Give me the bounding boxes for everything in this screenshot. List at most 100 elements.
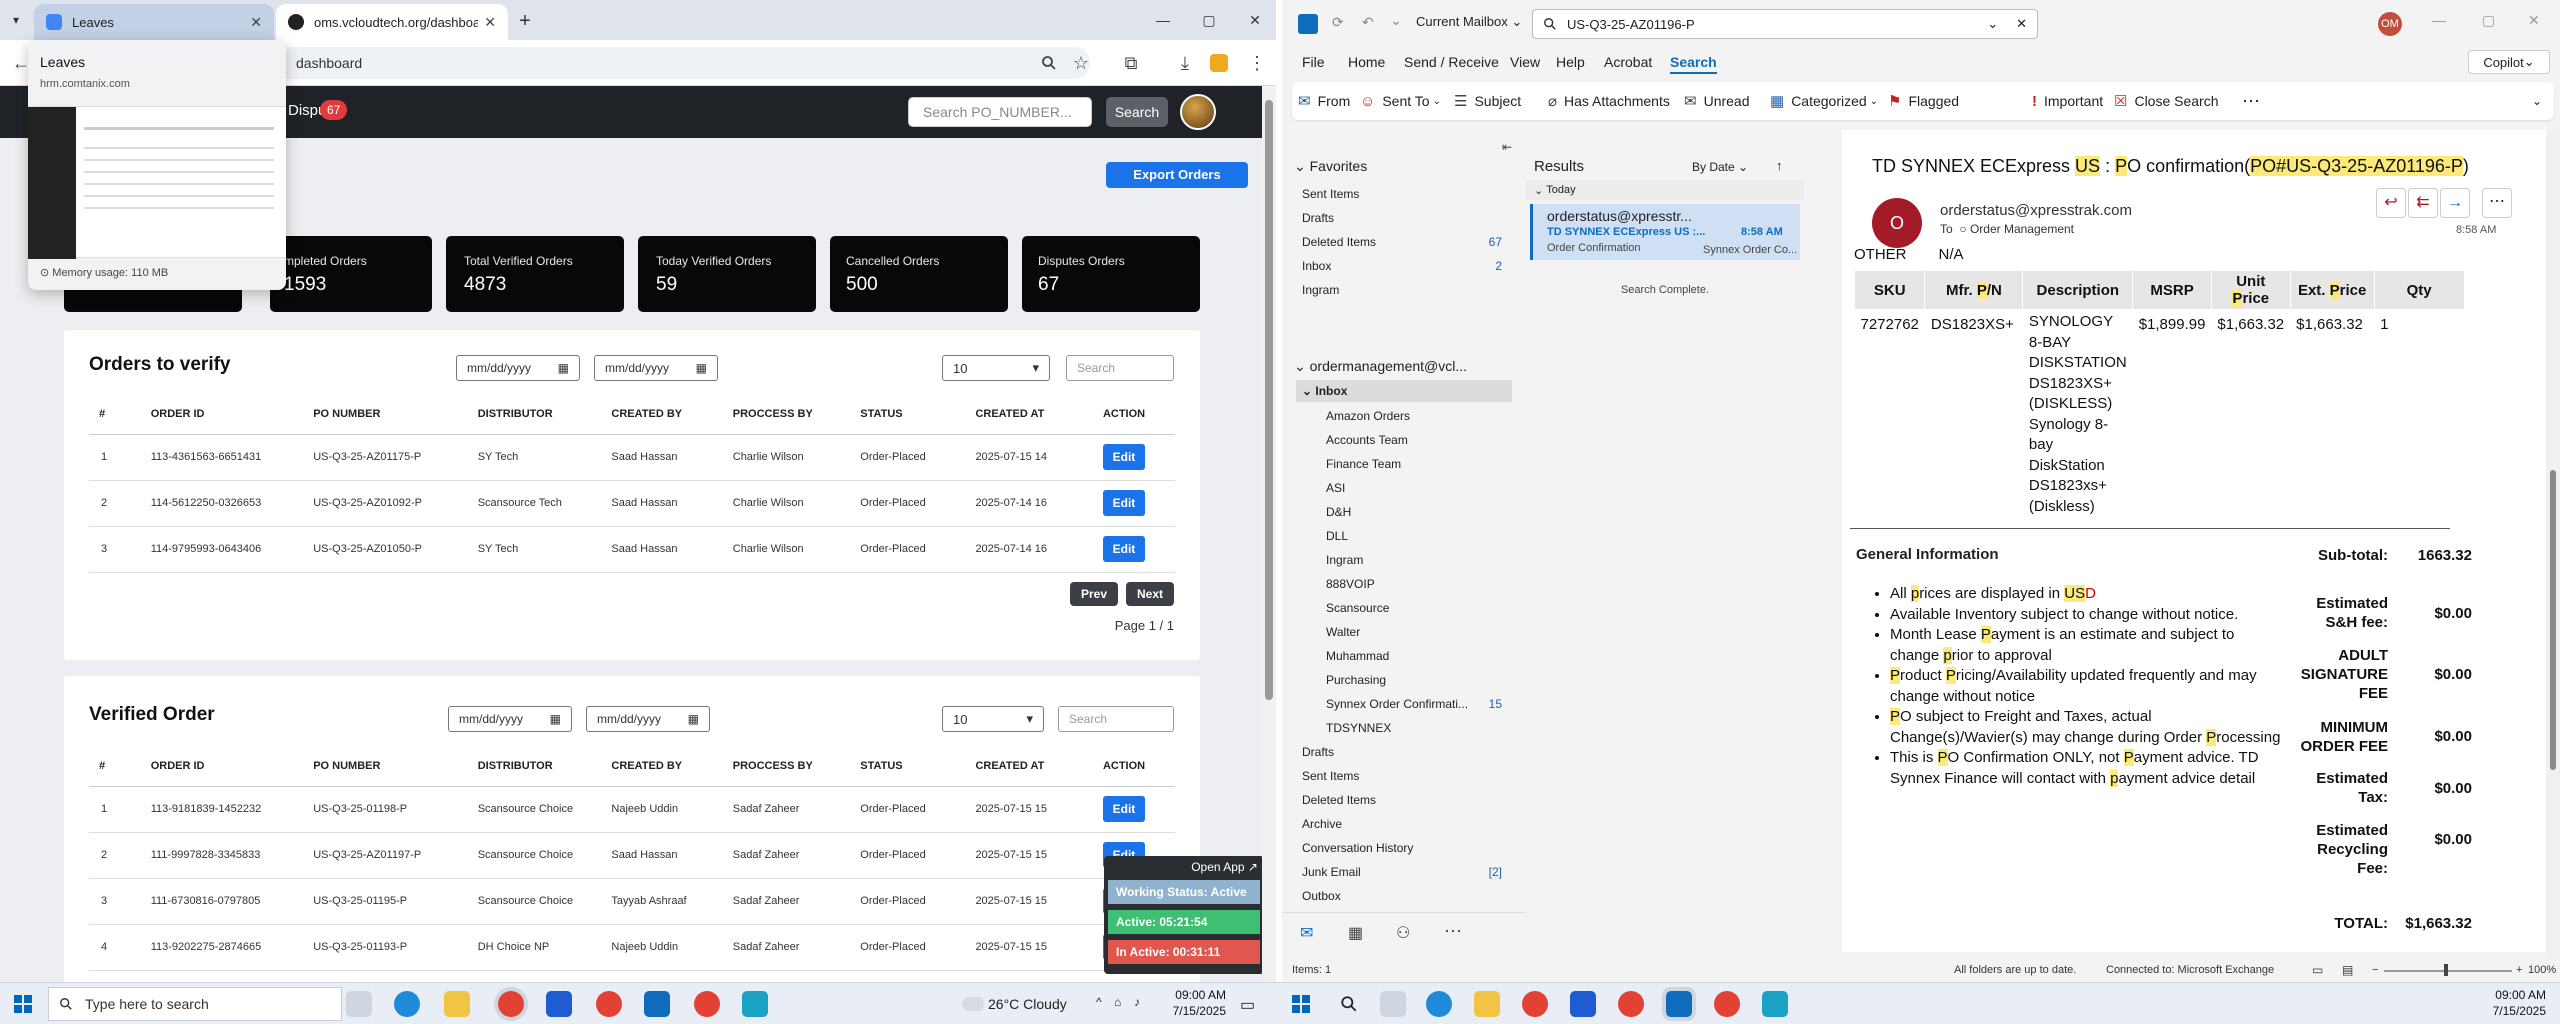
- folder-item[interactable]: Inbox 2: [1282, 254, 1526, 278]
- chrome-profile-icon[interactable]: [596, 991, 622, 1017]
- zoom-slider[interactable]: [2384, 970, 2512, 972]
- export-orders-button[interactable]: Export Orders: [1106, 162, 1248, 188]
- po-search-input[interactable]: Search PO_NUMBER...: [908, 97, 1092, 127]
- tab-send-receive[interactable]: Send / Receive: [1404, 54, 1499, 70]
- close-tab-icon[interactable]: ✕: [250, 14, 262, 31]
- extension-icon[interactable]: [1210, 54, 1228, 72]
- maximize-button[interactable]: ▢: [1196, 8, 1222, 32]
- folder-item[interactable]: DLL: [1282, 524, 1526, 548]
- reply-all-icon[interactable]: ⇇: [2408, 188, 2438, 218]
- search-button[interactable]: Search: [1106, 97, 1168, 127]
- edge-icon[interactable]: [1426, 991, 1452, 1017]
- folder-item[interactable]: Junk Email [2]: [1282, 860, 1526, 884]
- ribbon-sent-to[interactable]: ☺ Sent To ⌄: [1360, 82, 1441, 120]
- collapse-pane-icon[interactable]: ⇤: [1502, 140, 1512, 154]
- favorites-header[interactable]: ⌄ Favorites: [1294, 158, 1367, 175]
- edit-button[interactable]: Edit: [1102, 444, 1145, 470]
- reply-icon[interactable]: ↩: [2376, 188, 2406, 218]
- sort-select[interactable]: By Date ⌄: [1692, 160, 1748, 174]
- sort-direction-icon[interactable]: ↑: [1776, 158, 1783, 173]
- file-explorer-icon[interactable]: [444, 991, 470, 1017]
- undo-icon[interactable]: ↶: [1362, 14, 1374, 31]
- folder-item[interactable]: Deleted Items 67: [1282, 230, 1526, 254]
- outlook-icon[interactable]: [644, 991, 670, 1017]
- copilot-button[interactable]: Copilot ⌄: [2468, 50, 2550, 74]
- folder-item[interactable]: D&H: [1282, 500, 1526, 524]
- ribbon-categorized[interactable]: ▦ Categorized ⌄: [1770, 82, 1878, 120]
- chevron-down-icon[interactable]: ⌄: [1987, 16, 1998, 32]
- volume-icon[interactable]: ♪: [1134, 995, 1140, 1009]
- start-date-input[interactable]: mm/dd/yyyy ▦: [448, 706, 572, 732]
- clear-search-icon[interactable]: ✕: [2016, 16, 2027, 32]
- zoom-app-icon[interactable]: [546, 991, 572, 1017]
- folder-item[interactable]: Muhammad: [1282, 644, 1526, 668]
- zoom-out-icon[interactable]: −: [2372, 964, 2378, 976]
- chrome-profile-icon[interactable]: [694, 991, 720, 1017]
- folder-item[interactable]: Conversation History: [1282, 836, 1526, 860]
- ribbon-has-attachments[interactable]: ⌀ Has Attachments: [1548, 82, 1670, 120]
- windows-start-icon[interactable]: [14, 995, 32, 1013]
- page-size-select[interactable]: 10 ▾: [942, 355, 1050, 381]
- chrome-icon[interactable]: [498, 991, 524, 1017]
- folder-item[interactable]: Synnex Order Confirmati... 15: [1282, 692, 1526, 716]
- prev-button[interactable]: Prev: [1070, 582, 1118, 606]
- profile-avatar[interactable]: OM: [2378, 12, 2402, 36]
- ribbon-unread[interactable]: ✉ Unread: [1684, 82, 1750, 120]
- mail-icon[interactable]: ✉: [1300, 923, 1313, 943]
- task-view-icon[interactable]: [1380, 991, 1406, 1017]
- people-icon[interactable]: ⚇: [1396, 923, 1410, 943]
- extensions-icon[interactable]: ⧉: [1116, 48, 1146, 78]
- folder-item[interactable]: Purchasing: [1282, 668, 1526, 692]
- message-item[interactable]: orderstatus@xpresstr... TD SYNNEX ECExpr…: [1530, 204, 1800, 260]
- maximize-button[interactable]: ▢: [2482, 12, 2495, 29]
- table-search-input[interactable]: Search: [1058, 706, 1174, 732]
- chrome-menu-icon[interactable]: ⋮: [1242, 48, 1272, 78]
- tab-view[interactable]: View: [1510, 54, 1540, 70]
- tab-search[interactable]: Search: [1670, 54, 1717, 74]
- more-options-icon[interactable]: ⋯: [2242, 82, 2260, 120]
- taskbar-clock[interactable]: 09:00 AM 7/15/2025: [2470, 987, 2546, 1019]
- folder-item[interactable]: Sent Items: [1282, 764, 1526, 788]
- ribbon-from[interactable]: ✉ From: [1298, 82, 1350, 120]
- scrollbar-thumb[interactable]: [1265, 100, 1273, 700]
- mailbox-scope-select[interactable]: Current Mailbox ⌄: [1416, 14, 1522, 30]
- page-scrollbar[interactable]: [1262, 86, 1276, 982]
- ribbon-flagged[interactable]: ⚑ Flagged: [1888, 82, 1959, 120]
- edge-icon[interactable]: [394, 991, 420, 1017]
- email-to[interactable]: Order Management: [1970, 222, 2074, 236]
- edit-button[interactable]: Edit: [1102, 536, 1145, 562]
- close-window-button[interactable]: ✕: [1242, 8, 1268, 32]
- folder-item[interactable]: ASI: [1282, 476, 1526, 500]
- taskbar-search[interactable]: Type here to search: [48, 987, 342, 1021]
- weather-text[interactable]: 26°C Cloudy: [988, 996, 1067, 1012]
- folder-item[interactable]: Archive: [1282, 812, 1526, 836]
- ribbon-important[interactable]: ! Important: [2032, 82, 2103, 120]
- edit-button[interactable]: Edit: [1102, 490, 1145, 516]
- zoom-app-icon[interactable]: [1570, 991, 1596, 1017]
- folder-item[interactable]: Outbox: [1282, 884, 1526, 908]
- calendar-icon[interactable]: ▦: [1348, 923, 1363, 943]
- qat-dropdown-icon[interactable]: ⌄: [1390, 12, 1402, 29]
- app-icon[interactable]: [1762, 991, 1788, 1017]
- notifications-icon[interactable]: ▭: [1240, 995, 1255, 1015]
- search-icon[interactable]: [1340, 995, 1358, 1013]
- tab-acrobat[interactable]: Acrobat: [1604, 54, 1652, 70]
- group-today[interactable]: ⌄ Today: [1526, 180, 1804, 200]
- bookmark-star-icon[interactable]: ☆: [1066, 48, 1096, 78]
- folder-item[interactable]: Accounts Team: [1282, 428, 1526, 452]
- table-search-input[interactable]: Search: [1066, 355, 1174, 381]
- tab-leaves[interactable]: Leaves ✕: [34, 4, 274, 40]
- ribbon-collapse-icon[interactable]: ⌄: [2532, 82, 2542, 120]
- end-date-input[interactable]: mm/dd/yyyy ▦: [594, 355, 718, 381]
- close-tab-icon[interactable]: ✕: [484, 14, 496, 31]
- file-explorer-icon[interactable]: [1474, 991, 1500, 1017]
- folder-item[interactable]: Walter: [1282, 620, 1526, 644]
- taskbar-clock[interactable]: 09:00 AM 7/15/2025: [1150, 987, 1226, 1019]
- minimize-button[interactable]: —: [1150, 8, 1176, 32]
- send-receive-icon[interactable]: ⟳: [1332, 14, 1344, 31]
- chrome-profile-icon[interactable]: [1714, 991, 1740, 1017]
- tab-file[interactable]: File: [1302, 54, 1325, 70]
- weather-icon[interactable]: [962, 997, 984, 1011]
- ribbon-subject[interactable]: ☰ Subject: [1454, 82, 1521, 120]
- ribbon-close-search[interactable]: ☒ Close Search: [2114, 82, 2219, 120]
